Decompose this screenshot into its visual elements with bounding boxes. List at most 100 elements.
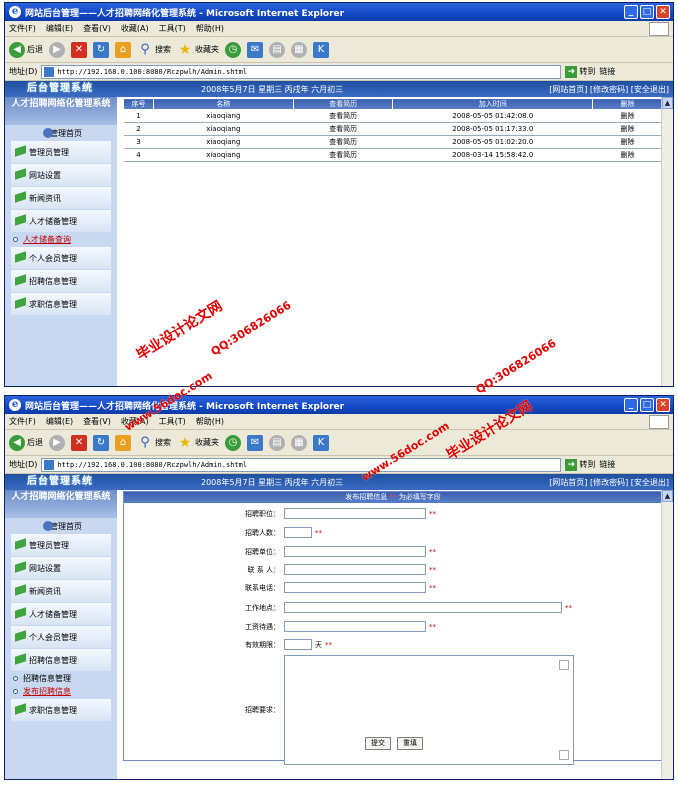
minimize-button[interactable]: _ (624, 5, 638, 19)
home-button[interactable]: ⌂ (115, 434, 131, 451)
contact-input[interactable] (284, 564, 426, 575)
sidebar-sub-talent-query[interactable]: 人才储备查询 (5, 233, 117, 246)
address-input[interactable]: http://192.168.0.100:8080/Rczpwlh/Admin.… (41, 64, 562, 79)
links-label[interactable]: 链接 (599, 66, 615, 77)
sidebar-item-home[interactable]: 管理首页 (11, 519, 111, 533)
menu-file[interactable]: 文件(F) (9, 416, 36, 427)
view-resume-link[interactable]: 查看简历 (293, 109, 393, 123)
edit-button[interactable]: ▦ (291, 434, 307, 451)
scroll-up-icon[interactable]: ▲ (662, 97, 673, 109)
delete-link[interactable]: 删除 (592, 148, 663, 162)
vertical-scrollbar[interactable]: ▲ (661, 97, 673, 386)
location-input[interactable] (284, 602, 562, 613)
col-header-name: 名称 (152, 98, 294, 110)
menu-edit[interactable]: 编辑(E) (46, 416, 73, 427)
refresh-button[interactable]: ↻ (93, 434, 109, 451)
sidebar-item-jobseek[interactable]: 求职信息管理 (11, 293, 111, 315)
mail-button[interactable]: ✉ (247, 434, 263, 451)
delete-link[interactable]: 删除 (592, 122, 663, 136)
maximize-button[interactable]: □ (640, 398, 654, 412)
back-button[interactable]: ◀ 后退 (9, 41, 43, 58)
menu-favorites[interactable]: 收藏(A) (121, 23, 149, 34)
messenger-button[interactable]: K (313, 434, 329, 451)
mail-button[interactable]: ✉ (247, 41, 263, 58)
menu-edit[interactable]: 编辑(E) (46, 23, 73, 34)
form-buttons: 提交 重填 (124, 737, 664, 750)
table-row: 1 xiaoqiang 查看简历 2008-05-05 01:42:08.0 删… (123, 109, 663, 123)
sidebar-item-site-settings[interactable]: 网站设置 (11, 557, 111, 579)
close-button[interactable]: ✕ (656, 5, 670, 19)
sidebar-item-members[interactable]: 个人会员管理 (11, 626, 111, 648)
company-input[interactable] (284, 546, 426, 557)
refresh-button[interactable]: ↻ (93, 41, 109, 58)
go-button[interactable]: ➜ 转到 (565, 65, 595, 78)
menu-file[interactable]: 文件(F) (9, 23, 36, 34)
sidebar-item-talent[interactable]: 人才储备管理 (11, 210, 111, 232)
forward-button[interactable]: ▶ (49, 434, 65, 451)
links-label[interactable]: 链接 (599, 459, 615, 470)
delete-link[interactable]: 删除 (592, 135, 663, 149)
position-input[interactable] (284, 508, 426, 519)
sidebar-item-site-settings[interactable]: 网站设置 (11, 164, 111, 186)
view-resume-link[interactable]: 查看简历 (293, 148, 393, 162)
reset-button[interactable]: 重填 (397, 737, 423, 750)
scroll-down-icon[interactable] (559, 750, 569, 760)
menu-tools[interactable]: 工具(T) (159, 416, 186, 427)
delete-link[interactable]: 删除 (592, 109, 663, 123)
sidebar-item-news[interactable]: 新闻资讯 (11, 187, 111, 209)
print-button[interactable]: ▤ (269, 434, 285, 451)
header-links[interactable]: [网站首页] [修改密码] [安全退出] (549, 477, 669, 488)
home-button[interactable]: ⌂ (115, 41, 131, 58)
print-button[interactable]: ▤ (269, 41, 285, 58)
messenger-button[interactable]: K (313, 41, 329, 58)
search-button[interactable]: ⚲ 搜索 (137, 42, 171, 58)
view-resume-link[interactable]: 查看简历 (293, 122, 393, 136)
search-button[interactable]: ⚲ 搜索 (137, 435, 171, 451)
back-button[interactable]: ◀ 后退 (9, 434, 43, 451)
forward-button[interactable]: ▶ (49, 41, 65, 58)
close-button[interactable]: ✕ (656, 398, 670, 412)
menu-view[interactable]: 查看(V) (83, 23, 111, 34)
sidebar-item-recruit[interactable]: 招聘信息管理 (11, 270, 111, 292)
scroll-up-icon[interactable]: ▲ (662, 490, 673, 502)
go-button[interactable]: ➜ 转到 (565, 458, 595, 471)
phone-input[interactable] (284, 582, 426, 593)
menu-view[interactable]: 查看(V) (83, 416, 111, 427)
vertical-scrollbar[interactable]: ▲ (661, 490, 673, 779)
stop-button[interactable]: ✕ (71, 434, 87, 451)
salary-input[interactable] (284, 621, 426, 632)
menu-help[interactable]: 帮助(H) (196, 23, 224, 34)
sidebar-item-admin[interactable]: 管理员管理 (11, 534, 111, 556)
sidebar-sub-publish-recruit[interactable]: 发布招聘信息 (5, 685, 117, 698)
view-resume-link[interactable]: 查看简历 (293, 135, 393, 149)
submit-button[interactable]: 提交 (365, 737, 391, 750)
sidebar-item-home[interactable]: 管理首页 (11, 126, 111, 140)
header-links[interactable]: [网站首页] [修改密码] [安全退出] (549, 84, 669, 95)
history-button[interactable]: ◷ (225, 434, 241, 451)
minimize-button[interactable]: _ (624, 398, 638, 412)
favorites-button[interactable]: ★ 收藏夹 (177, 435, 219, 451)
sidebar-item-talent[interactable]: 人才储备管理 (11, 603, 111, 625)
table-row: 4 xiaoqiang 查看简历 2008-03-14 15:58:42.0 删… (123, 148, 663, 162)
sidebar-item-jobseek[interactable]: 求职信息管理 (11, 699, 111, 721)
sidebar-item-news[interactable]: 新闻资讯 (11, 580, 111, 602)
edit-button[interactable]: ▦ (291, 41, 307, 58)
folder-icon (15, 630, 26, 642)
menu-tools[interactable]: 工具(T) (159, 23, 186, 34)
count-input[interactable] (284, 527, 312, 538)
menu-help[interactable]: 帮助(H) (196, 416, 224, 427)
validity-input[interactable] (284, 639, 312, 650)
scroll-up-icon[interactable] (559, 660, 569, 670)
folder-icon (15, 274, 26, 286)
maximize-button[interactable]: □ (640, 5, 654, 19)
menu-favorites[interactable]: 收藏(A) (121, 416, 149, 427)
page-icon (44, 66, 55, 77)
sidebar-sub-recruit-manage[interactable]: 招聘信息管理 (5, 672, 117, 685)
favorites-button[interactable]: ★ 收藏夹 (177, 42, 219, 58)
address-input[interactable]: http://192.168.0.100:8080/Rczpwlh/Admin.… (41, 457, 562, 472)
history-button[interactable]: ◷ (225, 41, 241, 58)
sidebar-item-members[interactable]: 个人会员管理 (11, 247, 111, 269)
sidebar-item-recruit[interactable]: 招聘信息管理 (11, 649, 111, 671)
stop-button[interactable]: ✕ (71, 41, 87, 58)
sidebar-item-admin[interactable]: 管理员管理 (11, 141, 111, 163)
